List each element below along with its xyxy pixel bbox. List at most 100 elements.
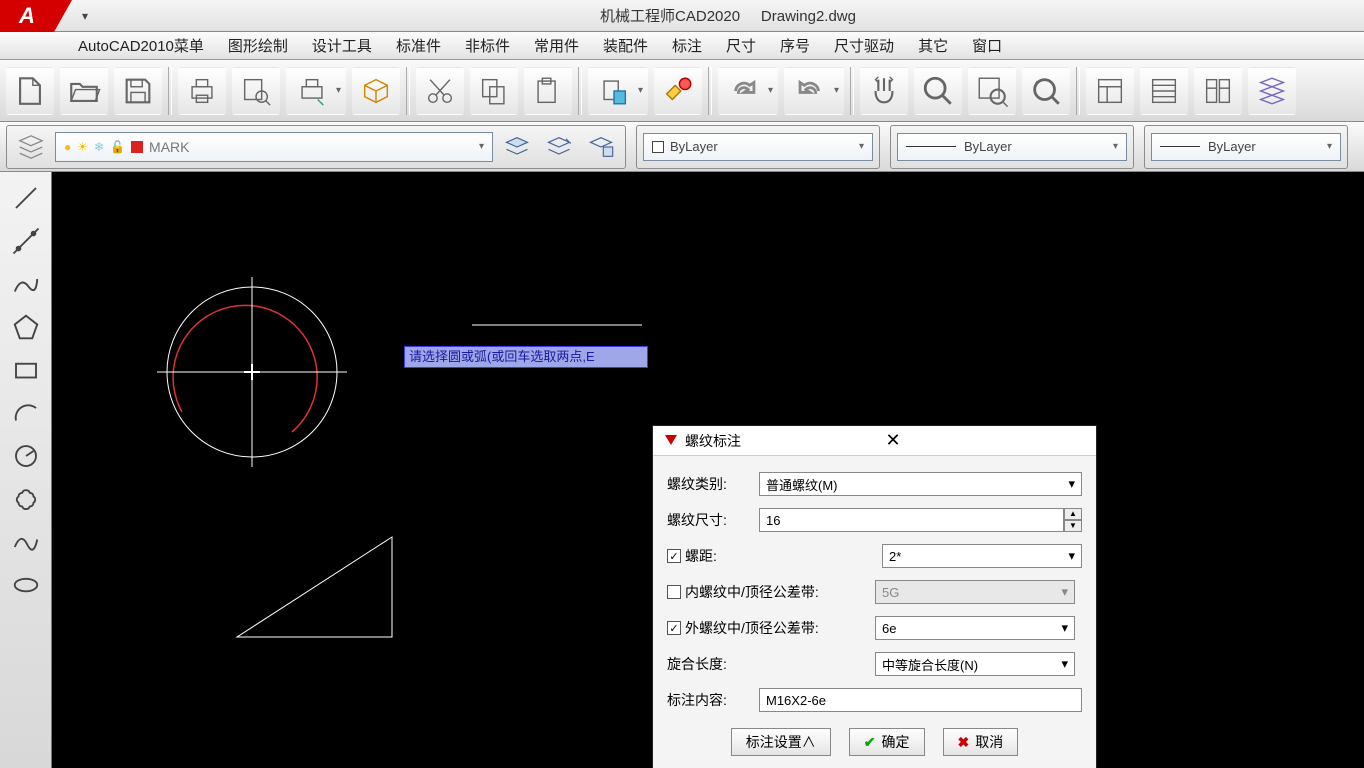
color-combo[interactable]: ByLayer▾ [643, 133, 873, 161]
match-properties-button[interactable] [654, 67, 702, 115]
rectangle-tool[interactable] [6, 350, 46, 390]
polyline-tool[interactable] [6, 264, 46, 304]
chevron-down-icon: ▾ [479, 141, 484, 152]
layer-properties-toolbar: ● ☀ ❄ 🔓 MARK ▾ ByLayer▾ ByLayer▾ ByLayer… [0, 122, 1364, 172]
menu-autocad2010[interactable]: AutoCAD2010菜单 [66, 31, 216, 60]
lineweight-panel: ByLayer▾ [1144, 125, 1348, 169]
undo-button[interactable]: ▾ [784, 67, 844, 115]
paste-button[interactable] [524, 67, 572, 115]
cancel-button[interactable]: ✖取消 [943, 728, 1019, 756]
menu-annotation[interactable]: 标注 [660, 31, 714, 60]
menu-other[interactable]: 其它 [906, 31, 960, 60]
engagement-length-combo[interactable]: 中等旋合长度(N)▾ [875, 652, 1075, 676]
thread-size-spinner[interactable]: 16 ▲▼ [759, 508, 1082, 532]
drawing-canvas[interactable]: 请选择圆或弧(或回车选取两点,E 螺纹标注 ✕ 螺纹类别: 普通螺纹(M)▾ 螺… [52, 172, 1364, 768]
menu-dimension[interactable]: 尺寸 [714, 31, 768, 60]
layer-state1-icon[interactable] [499, 129, 535, 165]
menu-standard-parts[interactable]: 标准件 [384, 31, 453, 60]
menu-number[interactable]: 序号 [768, 31, 822, 60]
new-file-button[interactable] [6, 67, 54, 115]
engagement-length-label: 旋合长度: [667, 654, 867, 674]
thread-size-label: 螺纹尺寸: [667, 510, 751, 530]
layer-properties-icon[interactable] [13, 129, 49, 165]
thread-annotation-dialog: 螺纹标注 ✕ 螺纹类别: 普通螺纹(M)▾ 螺纹尺寸: 16 ▲▼ [652, 425, 1097, 768]
zoom-window-button[interactable] [968, 67, 1016, 115]
inner-tolerance-checkbox[interactable] [667, 585, 681, 599]
annotation-settings-button[interactable]: 标注设置∧ [731, 728, 831, 756]
menu-nonstandard-parts[interactable]: 非标件 [453, 31, 522, 60]
cross-icon: ✖ [958, 734, 970, 751]
layer-state2-icon[interactable] [541, 129, 577, 165]
menu-common-parts[interactable]: 常用件 [522, 31, 591, 60]
pitch-checkbox-label[interactable]: 螺距: [667, 546, 751, 566]
save-button[interactable] [114, 67, 162, 115]
sun-icon: ☀ [77, 140, 88, 154]
inner-tolerance-combo: 5G▾ [875, 580, 1075, 604]
spline-tool[interactable] [6, 522, 46, 562]
3d-button[interactable] [352, 67, 400, 115]
pitch-combo[interactable]: 2*▾ [882, 544, 1082, 568]
ellipse-tool[interactable] [6, 565, 46, 605]
sheet-set-button[interactable] [1248, 67, 1296, 115]
menu-bar: AutoCAD2010菜单 图形绘制 设计工具 标准件 非标件 常用件 装配件 … [0, 32, 1364, 60]
cut-button[interactable] [416, 67, 464, 115]
open-file-button[interactable] [60, 67, 108, 115]
file-name: Drawing2.dwg [761, 8, 856, 25]
properties-panel-button[interactable] [1086, 67, 1134, 115]
color-panel: ByLayer▾ [636, 125, 880, 169]
inner-tolerance-checkbox-label[interactable]: 内螺纹中/顶径公差带: [667, 582, 867, 602]
copy-button[interactable] [470, 67, 518, 115]
current-layer-name: MARK [149, 139, 189, 155]
circle-tool[interactable] [6, 436, 46, 476]
ok-button[interactable]: ✔确定 [849, 728, 925, 756]
menu-assembly-parts[interactable]: 装配件 [591, 31, 660, 60]
annotation-content-input[interactable]: M16X2-6e [759, 688, 1082, 712]
dialog-title: 螺纹标注 [685, 431, 886, 451]
linetype-panel: ByLayer▾ [890, 125, 1134, 169]
lightbulb-icon: ● [64, 140, 71, 154]
draw-toolbar [0, 172, 52, 768]
lineweight-combo[interactable]: ByLayer▾ [1151, 133, 1341, 161]
window-title: 机械工程师CAD2020 Drawing2.dwg [92, 5, 1364, 26]
redo-button[interactable]: ▾ [718, 67, 778, 115]
menu-window[interactable]: 窗口 [960, 31, 1014, 60]
thread-type-combo[interactable]: 普通螺纹(M)▾ [759, 472, 1082, 496]
pitch-checkbox[interactable] [667, 549, 681, 563]
dialog-close-button[interactable]: ✕ [886, 430, 1087, 451]
line-tool[interactable] [6, 178, 46, 218]
zoom-previous-button[interactable] [1022, 67, 1070, 115]
check-icon: ✔ [864, 734, 876, 751]
dialog-logo-icon [663, 433, 679, 449]
outer-tolerance-combo[interactable]: 6e▾ [875, 616, 1075, 640]
outer-tolerance-checkbox[interactable] [667, 621, 681, 635]
menu-dim-driven[interactable]: 尺寸驱动 [822, 31, 906, 60]
menu-design-tools[interactable]: 设计工具 [300, 31, 384, 60]
zoom-button[interactable] [914, 67, 962, 115]
menu-draw[interactable]: 图形绘制 [216, 31, 300, 60]
app-name: 机械工程师CAD2020 [600, 8, 740, 25]
revision-cloud-tool[interactable] [6, 479, 46, 519]
app-logo[interactable]: A [0, 0, 54, 32]
plot-button[interactable]: ▾ [286, 67, 346, 115]
main-toolbar: ▾ ▾ ▾ ▾ [0, 60, 1364, 122]
print-button[interactable] [178, 67, 226, 115]
quick-access-dropdown[interactable]: ▾ [78, 9, 92, 23]
tool-palette-button[interactable] [1194, 67, 1242, 115]
layer-selector-combo[interactable]: ● ☀ ❄ 🔓 MARK ▾ [55, 132, 493, 162]
paste-special-button[interactable]: ▾ [588, 67, 648, 115]
spinner-down[interactable]: ▼ [1064, 520, 1082, 532]
app-logo-letter: A [19, 3, 35, 29]
lock-icon: 🔓 [110, 140, 125, 154]
outer-tolerance-checkbox-label[interactable]: 外螺纹中/顶径公差带: [667, 618, 867, 638]
print-preview-button[interactable] [232, 67, 280, 115]
spinner-up[interactable]: ▲ [1064, 508, 1082, 520]
pan-button[interactable] [860, 67, 908, 115]
layer-state3-icon[interactable] [583, 129, 619, 165]
layer-panel: ● ☀ ❄ 🔓 MARK ▾ [6, 125, 626, 169]
linetype-combo[interactable]: ByLayer▾ [897, 133, 1127, 161]
construction-line-tool[interactable] [6, 221, 46, 261]
polygon-tool[interactable] [6, 307, 46, 347]
arc-tool[interactable] [6, 393, 46, 433]
layers-panel-button[interactable] [1140, 67, 1188, 115]
freeze-icon: ❄ [94, 140, 104, 154]
